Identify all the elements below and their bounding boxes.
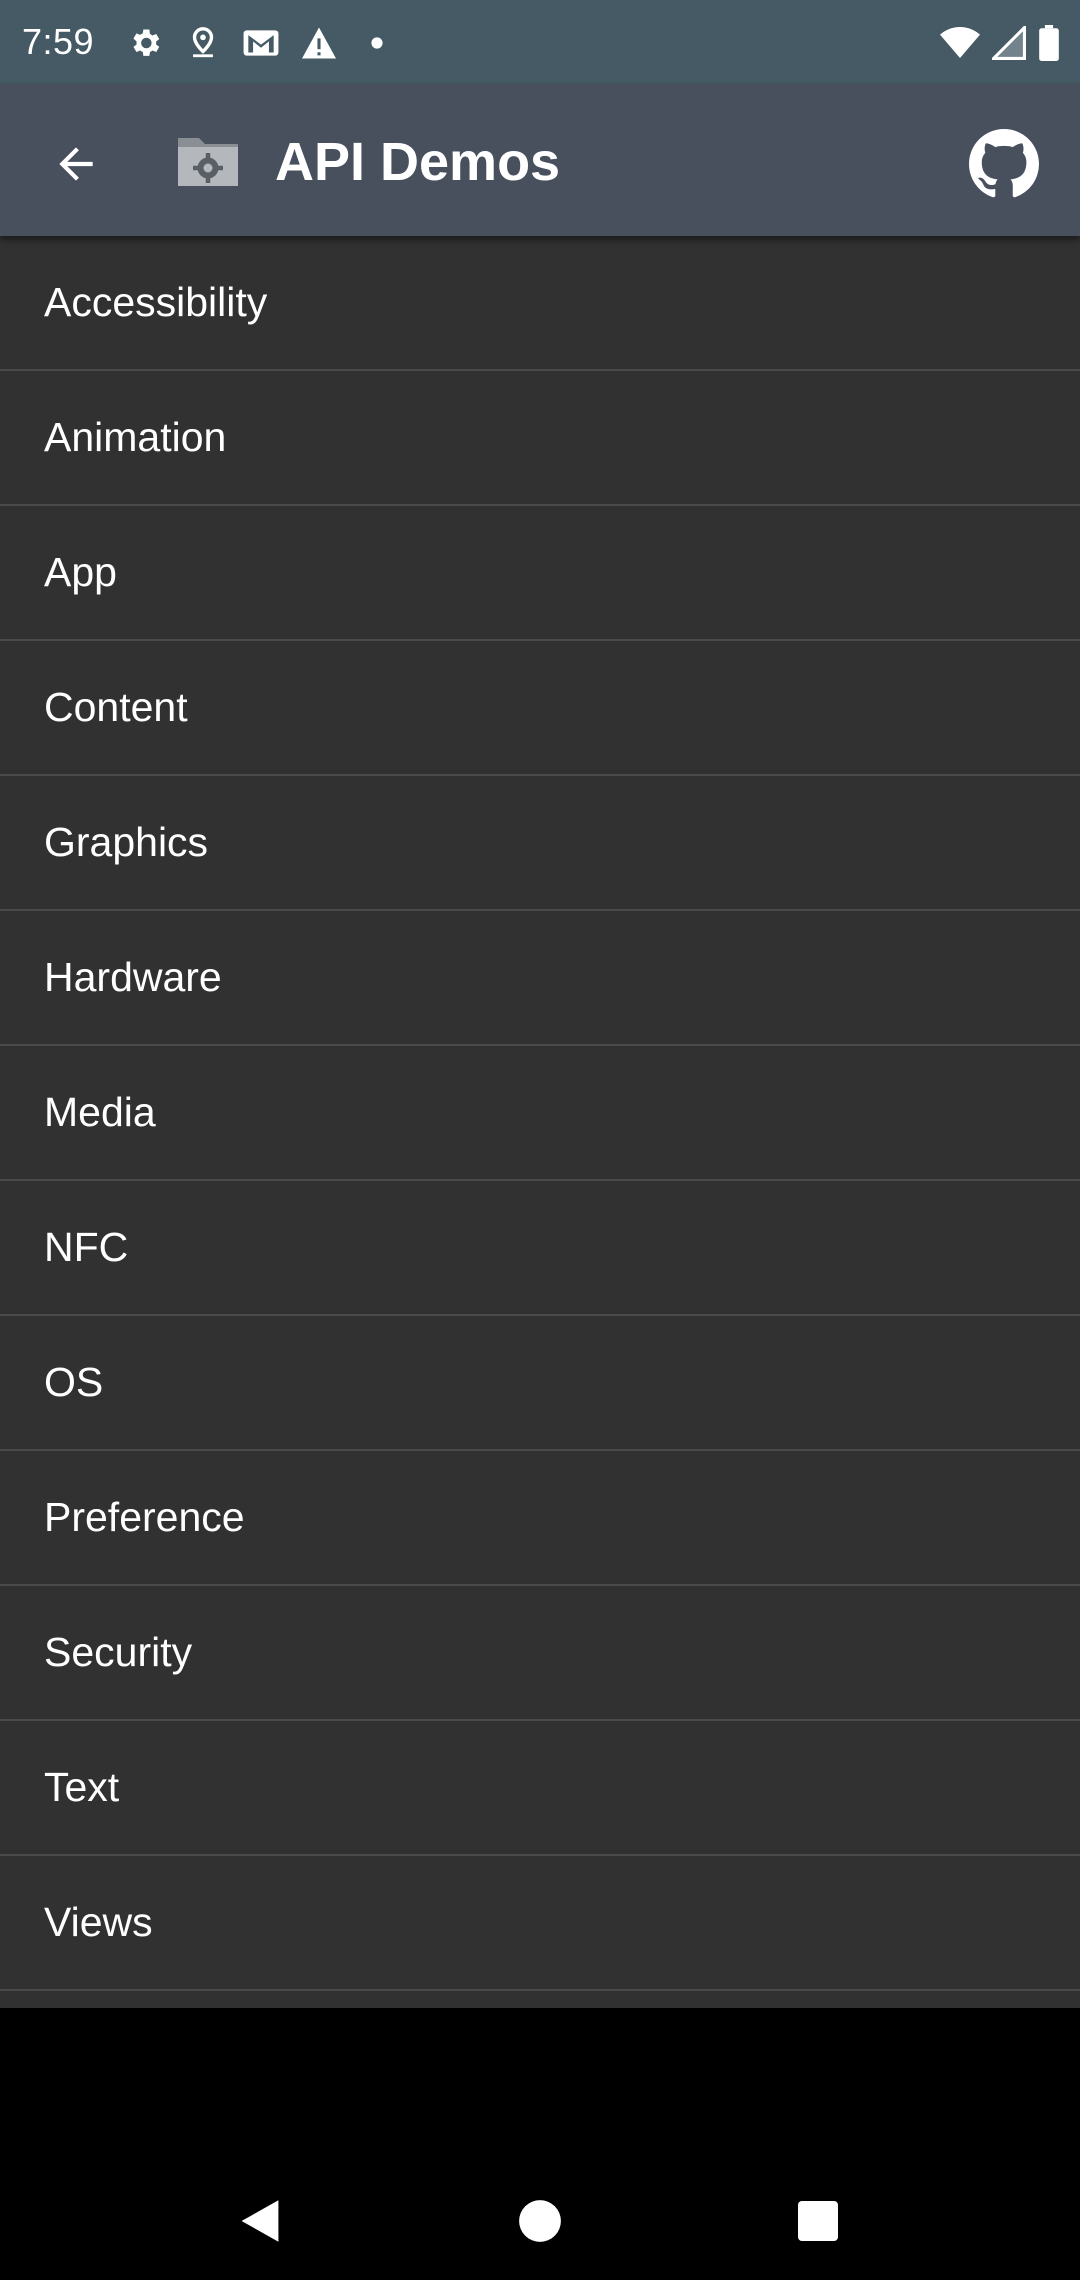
list-item-label: Views [44,1899,153,1945]
list-item-os[interactable]: OS [0,1316,1080,1451]
list-item-app[interactable]: App [0,506,1080,641]
list-item-label: Accessibility [44,279,268,325]
list-item-label: Text [44,1764,120,1810]
location-pin-icon [184,24,222,62]
list-item-accessibility[interactable]: Accessibility [0,236,1080,371]
list-item-label: Media [44,1089,156,1135]
list-item-media[interactable]: Media [0,1046,1080,1181]
list-item-label: NFC [44,1224,129,1270]
gmail-icon [242,24,280,62]
home-circle-icon [519,2200,561,2242]
list-item-label: Content [44,684,188,730]
list-item-label: Hardware [44,954,222,1000]
list-item-label: Security [44,1629,193,1675]
back-button[interactable] [36,124,116,204]
list-item-label: OS [44,1359,104,1405]
demo-category-list: Accessibility Animation App Content Grap… [0,236,1080,2008]
status-system-icons [928,22,1060,64]
folder-gear-icon [172,126,244,198]
notification-dot-icon [358,24,396,62]
list-item-label: Animation [44,414,227,460]
list-item-preference[interactable]: Preference [0,1451,1080,1586]
list-item-label: Graphics [44,819,209,865]
list-item-graphics[interactable]: Graphics [0,776,1080,911]
list-item-nfc[interactable]: NFC [0,1181,1080,1316]
cellular-signal-icon [992,24,1026,62]
list-item-label: Preference [44,1494,245,1540]
back-triangle-icon [241,2200,279,2242]
list-item-text[interactable]: Text [0,1721,1080,1856]
list-item-label: App [44,549,117,595]
status-notification-icons [126,22,416,64]
wifi-icon [940,24,980,62]
list-item-animation[interactable]: Animation [0,371,1080,506]
app-bar: API Demos [0,84,1080,236]
battery-icon [1038,24,1060,62]
github-button[interactable] [964,124,1044,204]
list-item-security[interactable]: Security [0,1586,1080,1721]
app-title: API Demos [275,132,561,192]
arrow-back-icon [59,147,93,181]
list-item-views[interactable]: Views [0,1856,1080,1991]
github-icon [969,129,1039,198]
recents-square-icon [798,2201,838,2241]
system-navigation-bar [0,2008,1080,2280]
status-time: 7:59 [22,21,95,62]
nav-recents-button[interactable] [773,2176,863,2266]
list-item-content[interactable]: Content [0,641,1080,776]
settings-icon [126,24,164,62]
warning-icon [300,24,338,62]
list-item-hardware[interactable]: Hardware [0,911,1080,1046]
nav-home-button[interactable] [495,2176,585,2266]
status-bar: 7:59 [0,0,1080,84]
nav-back-button[interactable] [215,2176,305,2266]
